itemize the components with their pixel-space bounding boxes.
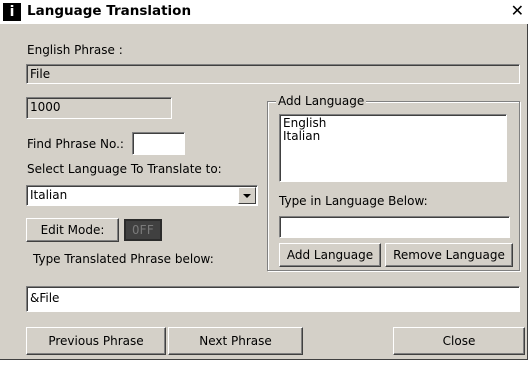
title-bar[interactable]: i Language Translation ✕	[0, 0, 528, 24]
add-language-group-title: Add Language	[276, 94, 367, 108]
find-phrase-label: Find Phrase No.:	[27, 137, 124, 151]
new-language-input[interactable]	[279, 216, 510, 238]
find-phrase-input[interactable]	[132, 132, 185, 155]
add-language-button[interactable]: Add Language	[279, 243, 381, 267]
english-phrase-field: File	[26, 64, 520, 84]
select-language-label: Select Language To Translate to:	[27, 162, 222, 176]
language-list-item[interactable]: Italian	[283, 130, 506, 143]
language-translation-window: i Language Translation ✕ English Phrase …	[0, 0, 528, 360]
translated-phrase-label: Type Translated Phrase below:	[33, 252, 214, 266]
window-title: Language Translation	[27, 3, 192, 19]
remove-language-button[interactable]: Remove Language	[385, 243, 513, 267]
chevron-down-icon[interactable]	[238, 187, 256, 204]
english-phrase-label: English Phrase :	[27, 43, 123, 57]
next-phrase-button[interactable]: Next Phrase	[168, 327, 303, 355]
language-list[interactable]: English Italian	[279, 114, 507, 182]
type-language-label: Type in Language Below:	[279, 194, 428, 208]
previous-phrase-button[interactable]: Previous Phrase	[26, 327, 166, 355]
language-select-value: Italian	[30, 188, 68, 202]
edit-mode-button[interactable]: Edit Mode:	[26, 218, 119, 242]
close-button[interactable]: Close	[393, 327, 525, 355]
info-icon: i	[3, 3, 21, 21]
phrase-number-field: 1000	[26, 97, 172, 119]
edit-mode-status-indicator: OFF	[124, 219, 162, 241]
language-select[interactable]: Italian	[26, 185, 258, 206]
close-icon[interactable]: ✕	[511, 1, 524, 20]
translated-phrase-input[interactable]: &File	[26, 286, 520, 312]
